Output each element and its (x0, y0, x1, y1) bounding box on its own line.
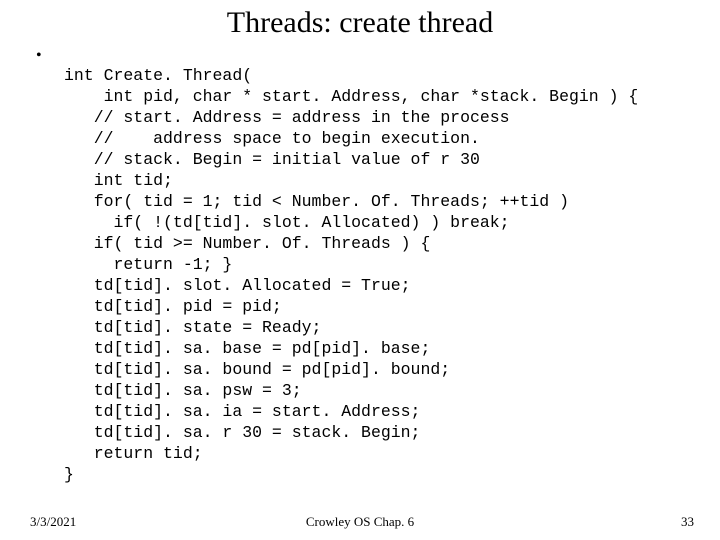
code-line: // address space to begin execution. (64, 129, 480, 148)
code-line: td[tid]. sa. ia = start. Address; (64, 402, 420, 421)
bullet-glyph: • (36, 44, 64, 67)
footer-center: Crowley OS Chap. 6 (0, 514, 720, 530)
slide-body: • int Create. Thread( int pid, char * st… (36, 44, 690, 506)
code-line: td[tid]. sa. psw = 3; (64, 381, 302, 400)
code-line: if( tid >= Number. Of. Threads ) { (64, 234, 430, 253)
footer-pagenum: 33 (681, 514, 694, 530)
code-line: td[tid]. sa. base = pd[pid]. base; (64, 339, 430, 358)
code-line: int tid; (64, 171, 173, 190)
code-line: return -1; } (64, 255, 232, 274)
code-line: return tid; (64, 444, 203, 463)
slide-title: Threads: create thread (0, 0, 720, 40)
slide: Threads: create thread • int Create. Thr… (0, 0, 720, 540)
code-line: td[tid]. slot. Allocated = True; (64, 276, 411, 295)
code-line: int Create. Thread( (64, 66, 252, 85)
code-line: // start. Address = address in the proce… (64, 108, 510, 127)
code-block: int Create. Thread( int pid, char * star… (64, 44, 638, 506)
code-line: td[tid]. sa. r 30 = stack. Begin; (64, 423, 420, 442)
code-line: } (64, 465, 74, 484)
code-line: if( !(td[tid]. slot. Allocated) ) break; (64, 213, 510, 232)
bullet-item: • int Create. Thread( int pid, char * st… (36, 44, 690, 506)
code-line: for( tid = 1; tid < Number. Of. Threads;… (64, 192, 569, 211)
code-line: td[tid]. sa. bound = pd[pid]. bound; (64, 360, 450, 379)
slide-footer: 3/3/2021 Crowley OS Chap. 6 33 (0, 510, 720, 530)
code-line: td[tid]. state = Ready; (64, 318, 321, 337)
code-line: int pid, char * start. Address, char *st… (64, 87, 638, 106)
code-line: // stack. Begin = initial value of r 30 (64, 150, 480, 169)
code-line: td[tid]. pid = pid; (64, 297, 282, 316)
